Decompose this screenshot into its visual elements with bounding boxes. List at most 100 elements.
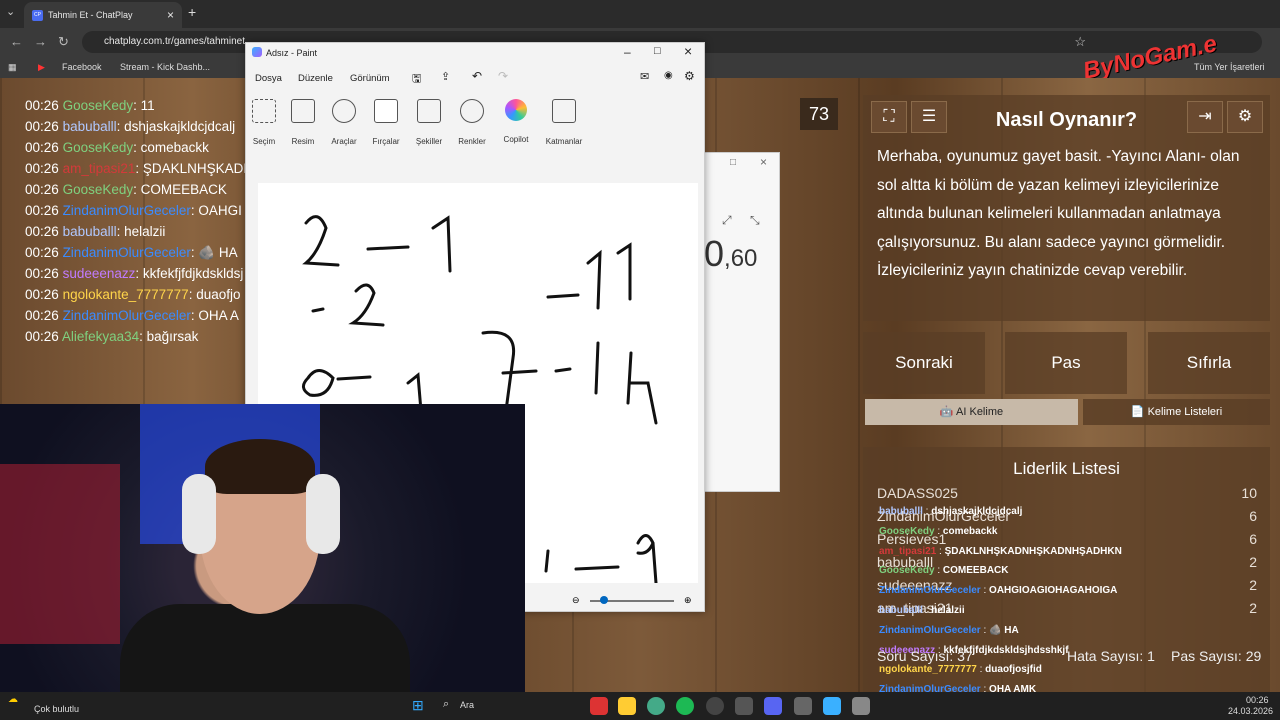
close-icon[interactable]: × [684, 43, 692, 59]
forward-icon[interactable]: → [34, 34, 47, 49]
paint-toolbar: Seçim Resim Araçlar Fırçalar Şekiller Re… [246, 93, 704, 163]
ai-word-button[interactable]: 🤖 AI Kelime [865, 399, 1078, 425]
search-icon[interactable]: ⌕ [443, 698, 449, 711]
close-icon[interactable]: × [760, 155, 767, 169]
bookmark-star-icon[interactable]: ☆ [1074, 34, 1086, 50]
bookmark-facebook[interactable]: Facebook [62, 62, 102, 72]
overlay-username: babuballl [879, 506, 923, 517]
chat-time: 00:26 [25, 98, 59, 113]
maximize-icon[interactable]: □ [730, 157, 736, 168]
windows-start-icon[interactable]: ⊞ [412, 697, 424, 714]
chat-username: sudeeenazz [62, 266, 136, 281]
browser-tab[interactable]: CP Tahmin Et - ChatPlay × [24, 2, 182, 28]
minimize-icon[interactable]: – [624, 45, 631, 59]
dialog-value-main: 0 [704, 233, 725, 274]
overlay-message: ZindanimOlurGeceler : OAHGIOAGIOHAGAHOIG… [879, 585, 1118, 597]
tool-sekiller-label: Şekiller [415, 137, 443, 146]
overlay-text: ŞDAKLNHŞKADNHŞKADNHŞADHKN [944, 545, 1122, 557]
shrink-icon[interactable]: ⤡ [750, 213, 760, 228]
chat-message: 00:26 GooseKedy: comebackk [25, 140, 209, 155]
ai-robot-icon: 🤖 [939, 406, 954, 418]
chat-text: 🪨 HA [198, 245, 238, 260]
leaderboard-row: DADASS025 10 [877, 485, 1257, 501]
tool-fircalar[interactable]: Fırçalar [366, 93, 406, 146]
chat-time: 00:26 [25, 161, 59, 176]
bookmark-kick[interactable]: Stream - Kick Dashb... [120, 62, 210, 72]
chat-text: OHA A [198, 308, 239, 323]
zoom-in-icon[interactable]: ⊕ [684, 595, 692, 606]
tool-sekiller[interactable]: Şekiller [409, 93, 449, 146]
chat-message: 00:26 ZindanimOlurGeceler: OAHGI [25, 203, 242, 218]
error-count: Hata Sayısı: 1 [1067, 648, 1155, 664]
app-icon-3[interactable] [794, 697, 812, 715]
share-icon[interactable]: ⇪ [441, 70, 450, 83]
overlay-text: helalzii [931, 605, 965, 616]
tool-secim-label: Seçim [252, 137, 276, 146]
chat-message: 00:26 Aliefekyaa34: bağırsak [25, 329, 199, 344]
weather-icon: ☁ [8, 694, 18, 705]
app-icon-4[interactable] [852, 697, 870, 715]
shapes-icon [417, 99, 441, 123]
tool-katmanlar[interactable]: Katmanlar [544, 93, 584, 146]
app-icon-1[interactable] [590, 697, 608, 715]
list-icon: 📄 [1130, 406, 1145, 418]
chat-message: 00:26 babuballl: dshjaskajkldcjdcalj [25, 119, 236, 134]
expand-icon[interactable]: ⤢ [722, 213, 732, 228]
webcam-feed [0, 404, 525, 698]
zoom-slider[interactable] [590, 596, 674, 604]
tab-list-icon[interactable]: ⌄ [6, 5, 15, 18]
exit-icon[interactable]: ⇥ [1187, 101, 1223, 133]
reset-button[interactable]: Sıfırla [1148, 332, 1270, 394]
overlay-message: am_tipasi21 : ŞDAKLNHŞKADNHŞKADNHŞADHKN [879, 545, 1122, 557]
new-tab-icon[interactable]: + [188, 4, 196, 20]
chrome-icon[interactable] [647, 697, 665, 715]
back-icon[interactable]: ← [10, 34, 23, 49]
tool-secim[interactable]: Seçim [244, 93, 284, 146]
youtube-icon[interactable]: ▶ [38, 62, 45, 73]
undo-icon[interactable]: ↶ [472, 69, 482, 83]
tool-araclar[interactable]: Araçlar [324, 93, 364, 146]
settings-gear-icon[interactable]: ⚙ [1227, 101, 1263, 133]
chat-message: 00:26 am_tipasi21: ŞDAKLNHŞKADN [25, 161, 250, 182]
obs-icon[interactable] [706, 697, 724, 715]
comment-icon[interactable]: ✉ [640, 70, 649, 83]
leaderboard-score: 6 [1249, 531, 1257, 547]
menu-dosya[interactable]: Dosya [255, 73, 282, 84]
background-dialog: □ × ⤢ ⤡ 0,60 [703, 152, 780, 492]
taskbar-search[interactable]: Ara [460, 700, 474, 710]
reload-icon[interactable]: ↻ [58, 34, 69, 50]
chat-username: babuballl [62, 119, 117, 134]
paint-taskbar-icon[interactable] [823, 697, 841, 715]
word-lists-button[interactable]: 📄 Kelime Listeleri [1083, 399, 1270, 425]
menu-gorunum[interactable]: Görünüm [350, 73, 390, 84]
overlay-username: GooseKedy [879, 565, 935, 577]
paint-app-icon [252, 47, 262, 57]
redo-icon[interactable]: ↷ [498, 69, 508, 83]
tool-renkler-label: Renkler [458, 137, 486, 146]
save-icon[interactable]: 🖫 [412, 70, 421, 89]
chat-message: 00:26 ngolokante_7777777: duaofjo [25, 287, 241, 302]
spotify-icon[interactable] [676, 697, 694, 715]
next-button[interactable]: Sonraki [863, 332, 985, 394]
apps-grid-icon[interactable]: ▦ [8, 62, 17, 73]
all-bookmarks[interactable]: Tüm Yer İşaretleri [1194, 62, 1265, 72]
maximize-icon[interactable]: □ [654, 45, 661, 57]
leaderboard-score: 2 [1249, 577, 1257, 593]
app-icon-2[interactable] [735, 697, 753, 715]
discord-icon[interactable] [764, 697, 782, 715]
chat-text: duaofjo [196, 287, 241, 302]
menu-duzenle[interactable]: Düzenle [298, 73, 333, 84]
tool-resim[interactable]: Resim [283, 93, 323, 146]
settings-gear-icon[interactable]: ⚙ [684, 69, 695, 83]
close-tab-icon[interactable]: × [167, 8, 174, 22]
zoom-out-icon[interactable]: ⊖ [572, 595, 580, 606]
folder-icon[interactable] [618, 697, 636, 715]
chat-username: Aliefekyaa34 [61, 329, 140, 344]
chat-time: 00:26 [25, 224, 59, 239]
dialog-value-decimal: ,60 [724, 245, 758, 272]
pass-button[interactable]: Pas [1005, 332, 1127, 394]
leaderboard-name: DADASS025 [877, 485, 958, 501]
tool-renkler[interactable]: Renkler [452, 93, 492, 146]
account-icon[interactable]: ◉ [664, 70, 673, 81]
tool-copilot[interactable]: Copilot [496, 93, 536, 144]
